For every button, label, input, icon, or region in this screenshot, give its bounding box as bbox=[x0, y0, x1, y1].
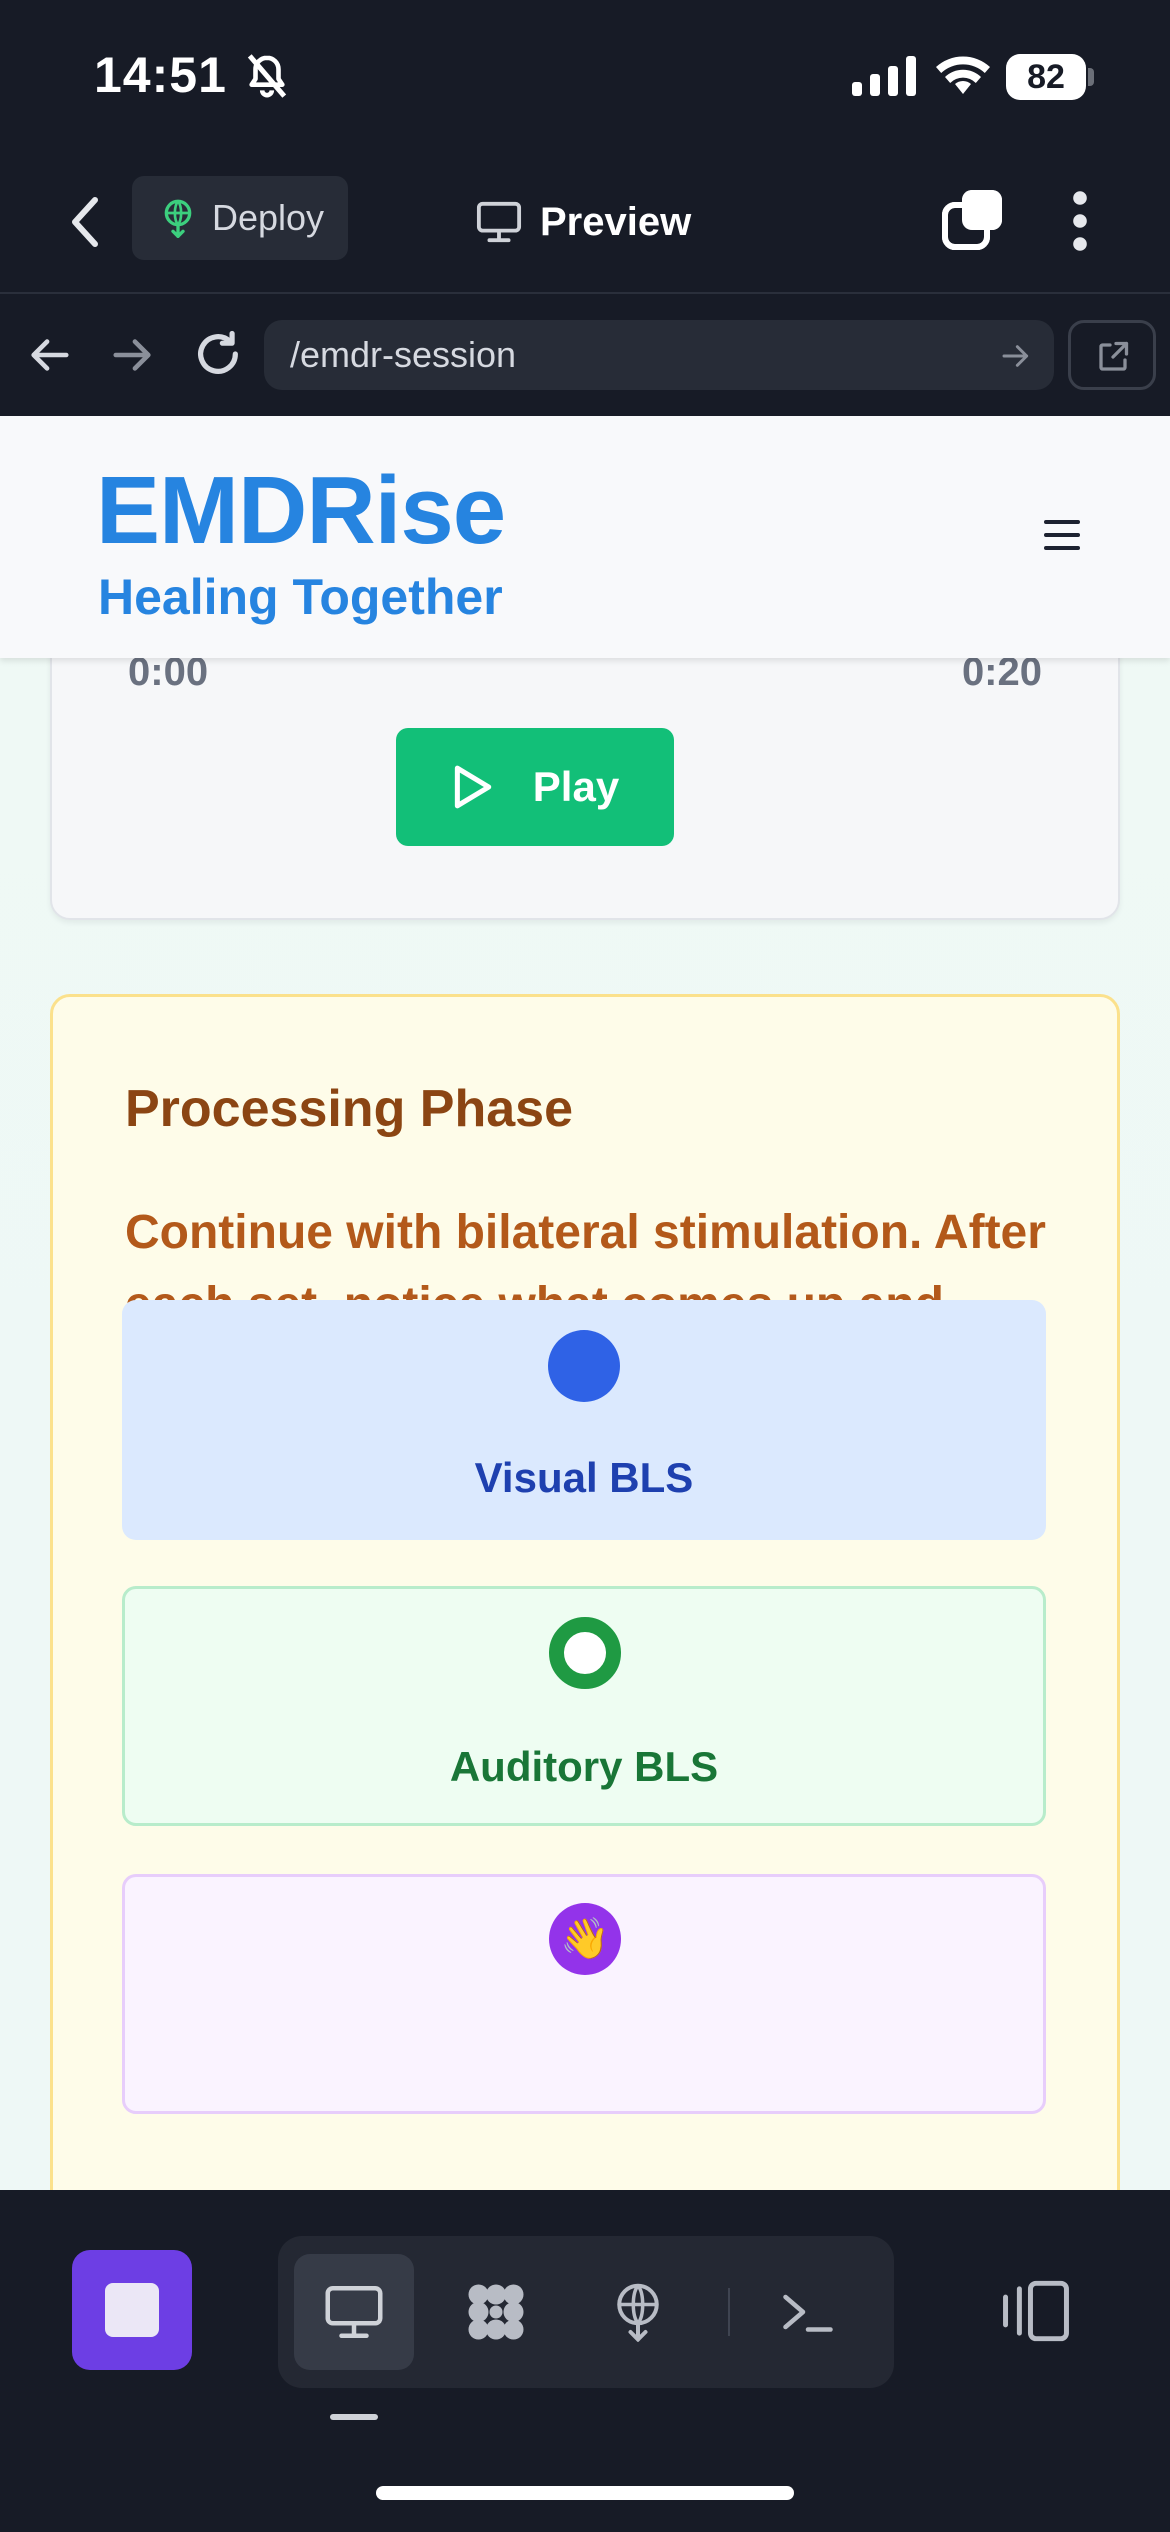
preview-title: Preview bbox=[476, 194, 691, 250]
terminal-icon bbox=[783, 2294, 833, 2332]
waving-hand-icon: 👋 bbox=[549, 1903, 621, 1975]
play-icon bbox=[454, 765, 492, 809]
url-text: /emdr-session bbox=[290, 334, 517, 375]
wifi-icon bbox=[936, 56, 990, 94]
tactile-bls-button[interactable]: 👋 bbox=[122, 1874, 1046, 2114]
open-external-button[interactable] bbox=[1068, 320, 1156, 390]
brand-name[interactable]: EMDRise bbox=[96, 456, 506, 566]
brand-tagline: Healing Together bbox=[98, 569, 503, 625]
monitor-icon bbox=[476, 201, 522, 243]
site-header: EMDRise Healing Together bbox=[0, 416, 1170, 658]
preview-view-button[interactable] bbox=[294, 2254, 414, 2370]
visual-bls-label: Visual BLS bbox=[474, 1454, 694, 1501]
battery-level: 82 bbox=[1006, 54, 1086, 100]
agent-view-button[interactable] bbox=[436, 2254, 556, 2370]
bottom-toolbar bbox=[0, 2190, 1170, 2532]
more-vertical-icon[interactable] bbox=[1066, 190, 1094, 252]
cellular-signal-icon bbox=[852, 56, 916, 96]
deploy-icon bbox=[617, 2283, 659, 2342]
blue-dot-icon bbox=[548, 1330, 620, 1402]
app-bar: Deploy Preview bbox=[0, 150, 1170, 294]
status-time: 14:51 bbox=[94, 47, 227, 103]
reload-icon[interactable] bbox=[192, 328, 244, 380]
toolbar-divider bbox=[728, 2288, 730, 2336]
deploy-label: Deploy bbox=[212, 197, 325, 238]
tabs-icon[interactable] bbox=[942, 188, 1004, 250]
auditory-bls-label: Auditory BLS bbox=[449, 1743, 719, 1790]
play-label: Play bbox=[532, 763, 620, 810]
nodes-icon bbox=[468, 2284, 524, 2340]
active-tab-indicator bbox=[330, 2414, 378, 2420]
auditory-bls-button[interactable]: Auditory BLS bbox=[122, 1586, 1046, 1826]
stop-icon bbox=[105, 2283, 159, 2337]
url-bar: /emdr-session bbox=[0, 294, 1170, 416]
go-arrow-icon[interactable] bbox=[1000, 340, 1032, 372]
arrow-left-icon[interactable] bbox=[26, 332, 72, 378]
view-switcher bbox=[278, 2236, 894, 2388]
web-viewport: EMDRise Healing Together 0:00 0:20 Play … bbox=[0, 416, 1170, 2190]
arrow-right-icon[interactable] bbox=[110, 332, 156, 378]
status-bar: 14:51 82 bbox=[0, 0, 1170, 150]
url-input[interactable]: /emdr-session bbox=[264, 320, 1054, 390]
deploy-button[interactable]: Deploy bbox=[132, 176, 348, 260]
hamburger-menu-icon[interactable] bbox=[1044, 520, 1080, 550]
deploy-view-button[interactable] bbox=[578, 2254, 698, 2370]
green-ring-icon bbox=[549, 1617, 621, 1689]
home-indicator bbox=[376, 2486, 794, 2500]
bell-off-icon bbox=[247, 54, 287, 98]
device-frame-icon[interactable] bbox=[1000, 2280, 1072, 2342]
phase-title: Processing Phase bbox=[125, 1080, 573, 1138]
back-chevron-icon[interactable] bbox=[62, 194, 108, 250]
play-button[interactable]: Play bbox=[396, 728, 674, 846]
preview-label: Preview bbox=[540, 199, 692, 244]
visual-bls-button[interactable]: Visual BLS bbox=[122, 1300, 1046, 1540]
external-link-icon bbox=[1099, 341, 1129, 371]
deploy-icon bbox=[164, 199, 192, 238]
stop-button[interactable] bbox=[72, 2250, 192, 2370]
battery-tip bbox=[1088, 68, 1094, 86]
terminal-view-button[interactable] bbox=[748, 2254, 868, 2370]
monitor-icon bbox=[325, 2286, 383, 2338]
